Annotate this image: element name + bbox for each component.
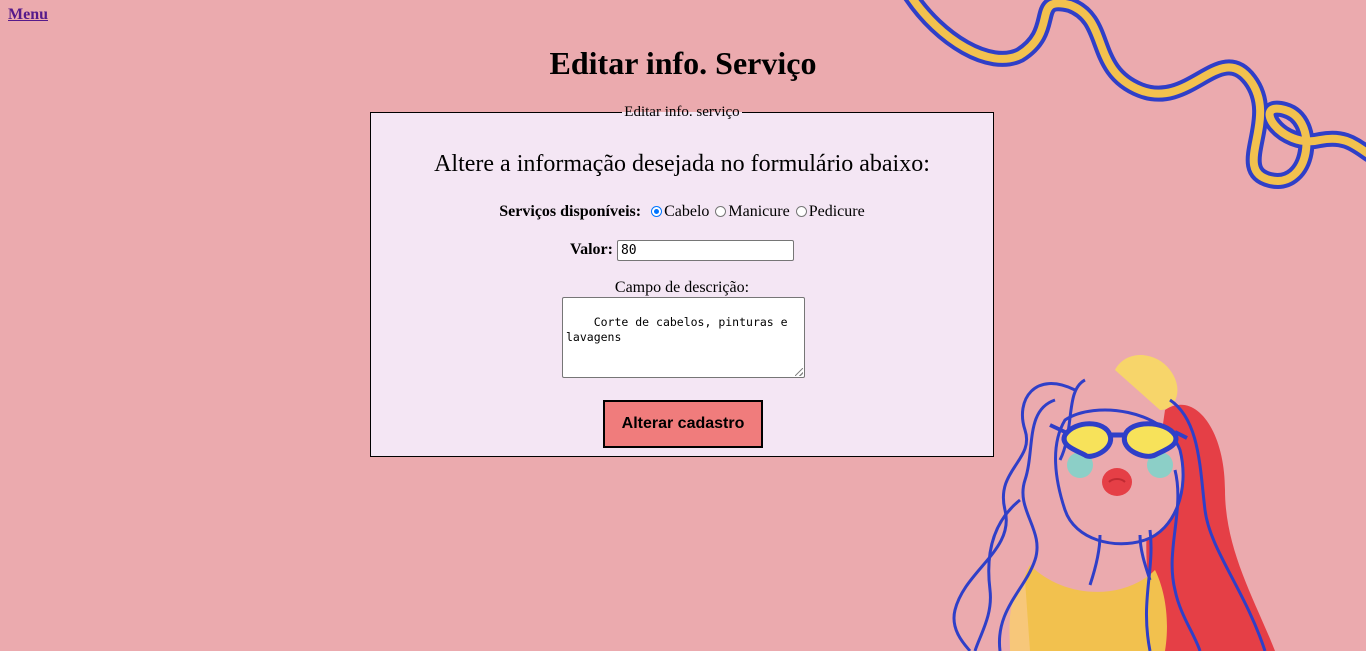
form-legend: Editar info. serviço <box>622 104 742 120</box>
radio-cabelo-label: Cabelo <box>664 203 710 220</box>
radio-manicure-label: Manicure <box>728 203 790 220</box>
form-instruction: Altere a informação desejada no formulár… <box>434 151 930 177</box>
radio-manicure[interactable] <box>715 206 727 217</box>
radio-cabelo[interactable] <box>651 206 663 217</box>
services-radio-group: Serviços disponíveis: Cabelo Manicure Pe… <box>371 203 993 221</box>
radio-pedicure[interactable] <box>795 206 807 217</box>
description-textarea[interactable]: Corte de cabelos, pinturas e lavagens <box>562 297 805 378</box>
value-row: Valor: 80 <box>371 240 993 261</box>
menu-link[interactable]: Menu <box>8 6 48 24</box>
radio-pedicure-label: Pedicure <box>808 203 865 220</box>
services-label: Serviços disponíveis: <box>499 203 642 220</box>
resize-grip-icon[interactable] <box>795 368 803 376</box>
edit-service-form: Editar info. serviço Altere a informação… <box>370 104 994 457</box>
value-label: Valor: <box>570 241 613 259</box>
value-input[interactable]: 80 <box>616 240 794 261</box>
description-text: Corte de cabelos, pinturas e lavagens <box>566 315 788 344</box>
submit-button[interactable]: Alterar cadastro <box>603 400 763 448</box>
description-label: Campo de descrição: <box>614 279 750 296</box>
